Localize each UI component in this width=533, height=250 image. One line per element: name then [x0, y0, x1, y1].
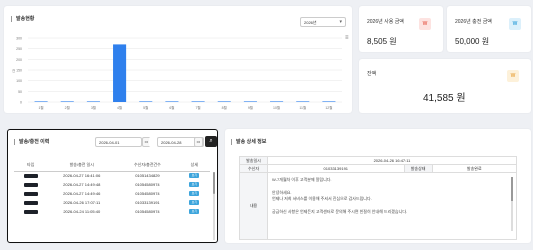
- message-content: W-7개월차 이후 고객분께 알립니다. 안녕하세요. 언제나 저희 서비스를 …: [268, 173, 516, 239]
- x-tick-label: 12월: [325, 105, 332, 110]
- bar: [60, 101, 74, 102]
- view-detail-button[interactable]: 보기: [189, 200, 200, 206]
- yearly-charge-label: 2026년 충전 금액: [455, 19, 492, 25]
- yearly-charge-value: 50,000 원: [455, 37, 490, 46]
- row-target: 01051434829: [135, 173, 160, 179]
- content-label: 내용: [239, 172, 268, 240]
- won-icon: W: [507, 70, 519, 82]
- column-header: 수신자/충전건수: [116, 160, 179, 172]
- column-header: 타입: [14, 160, 48, 172]
- yearly-usage-label: 2026년 사용 금액: [367, 19, 404, 25]
- sent-at-value: 2026-04-26 16:47:11: [267, 156, 517, 165]
- x-tick-label: 2월: [65, 105, 70, 110]
- monthly-send-chart-card: 발송현황 2026년 ▾ ≡ 0 50 100 150 200 250 300 건 1월 2월 3월…: [4, 6, 352, 113]
- bar: [86, 101, 100, 102]
- x-tick-label: 1월: [38, 105, 43, 110]
- row-date: 2026-04-24 11:05:40: [63, 209, 101, 214]
- type-badge: [23, 174, 38, 179]
- history-card-title: 발송/충전 이력: [14, 139, 49, 145]
- history-table-header: 타입 발송/충전 일시 수신자/충전건수 상세: [14, 160, 210, 172]
- bar: [113, 44, 127, 102]
- bar: [139, 101, 153, 102]
- bar: [217, 101, 231, 102]
- content-scrollbar[interactable]: [511, 177, 513, 231]
- y-tick-label: 0: [20, 101, 22, 105]
- row-date: 2026-04-27 14:49:48: [63, 182, 101, 187]
- view-detail-button[interactable]: 보기: [189, 191, 200, 197]
- y-tick-label: 250: [16, 47, 22, 51]
- balance-value: 41,585 원: [423, 93, 466, 104]
- view-detail-button[interactable]: 보기: [189, 209, 200, 215]
- x-tick-label: 4월: [117, 105, 122, 110]
- y-tick-label: 300: [16, 37, 22, 41]
- detail-card-title: 발송 상세 정보: [231, 139, 266, 145]
- bar: [191, 101, 205, 102]
- row-target: 01033139191: [135, 200, 160, 205]
- bar: [243, 101, 257, 102]
- row-date: 2026-04-27 14:49:46: [63, 191, 101, 196]
- yearly-usage-value: 8,505 원: [367, 37, 397, 46]
- x-tick-label: 6월: [169, 105, 174, 110]
- yearly-charge-card: 2026년 충전 금액 W 50,000 원: [447, 6, 531, 52]
- content-line: 궁금하신 사항은 언제든지 고객센터로 문의해 주시면 친절히 안내해 드리겠습…: [272, 208, 408, 214]
- type-badge: [23, 200, 38, 205]
- row-target: 01054580974: [135, 191, 160, 196]
- scroll-thumb[interactable]: [511, 177, 513, 201]
- table-row[interactable]: 2026-04-27 14:49:48 01054580974 보기: [14, 180, 210, 189]
- column-header: 상세: [178, 160, 210, 172]
- balance-card: 잔액 W 41,585 원: [359, 59, 531, 113]
- calendar-icon[interactable]: ▭: [194, 137, 203, 147]
- y-tick-label: 100: [16, 79, 22, 83]
- send-detail-card: 발송 상세 정보 발송일시 2026-04-26 16:47:11 수신자 01…: [225, 129, 531, 243]
- detail-table: 발송일시 2026-04-26 16:47:11 수신자 01033139191…: [239, 156, 518, 240]
- history-table: 타입 발송/충전 일시 수신자/충전건수 상세 2026-04-27 16:41…: [14, 160, 210, 216]
- x-tick-label: 3월: [91, 105, 96, 110]
- y-tick-label: 200: [16, 58, 22, 62]
- sent-at-label: 발송일시: [239, 156, 268, 165]
- x-tick-label: 10월: [273, 105, 280, 110]
- won-icon: W: [419, 18, 431, 30]
- table-row[interactable]: 2026-04-27 16:41:06 01051434829 보기: [14, 171, 210, 180]
- type-badge: [23, 182, 38, 187]
- yearly-usage-card: 2026년 사용 금액 W 8,505 원: [359, 6, 443, 52]
- scroll-thumb[interactable]: [213, 172, 215, 194]
- y-axis-label: 건: [12, 68, 15, 73]
- status-value: 발송완료: [431, 164, 518, 173]
- date-from-input[interactable]: 2026-04-01: [95, 137, 142, 147]
- y-tick-label: 150: [16, 69, 22, 73]
- receiver-value: 01033139191: [267, 164, 405, 173]
- type-badge: [23, 209, 38, 214]
- bar: [34, 101, 48, 102]
- balance-label: 잔액: [367, 71, 377, 77]
- view-detail-button[interactable]: 보기: [189, 173, 200, 179]
- search-button[interactable]: ⌕: [205, 136, 217, 147]
- table-row[interactable]: 2026-04-24 11:05:40 01054580974 보기: [14, 207, 210, 216]
- bar: [322, 101, 336, 102]
- y-tick-label: 50: [18, 90, 22, 94]
- type-badge: [23, 191, 38, 196]
- x-tick-label: 9월: [248, 105, 253, 110]
- table-row[interactable]: 2026-04-27 14:49:46 01054580974 보기: [14, 189, 210, 198]
- bar: [296, 101, 310, 102]
- x-tick-label: 8월: [222, 105, 227, 110]
- x-tick-label: 7월: [195, 105, 200, 110]
- x-tick-label: 5월: [143, 105, 148, 110]
- send-charge-history-card: 발송/충전 이력 2026-04-01 ▭ ~ 2026-04-28 ▭ ⌕ 타…: [7, 129, 218, 243]
- table-row[interactable]: 2026-04-26 17:07:11 01033139191 보기: [14, 198, 210, 207]
- bar: [270, 101, 284, 102]
- bar: [165, 101, 179, 102]
- view-detail-button[interactable]: 보기: [189, 182, 200, 188]
- history-scrollbar[interactable]: [213, 172, 215, 240]
- row-date: 2026-04-27 16:41:06: [63, 173, 101, 179]
- status-label: 발송상태: [403, 164, 433, 173]
- search-icon: ⌕: [209, 138, 213, 144]
- row-target: 01054580974: [135, 209, 160, 214]
- x-tick-label: 11월: [299, 105, 306, 110]
- row-date: 2026-04-26 17:07:11: [63, 200, 101, 205]
- won-icon: W: [509, 18, 521, 30]
- row-target: 01054580974: [135, 182, 160, 187]
- bar-chart: 0 50 100 150 200 250 300 건 1월 2월 3월 4월 5월 6월 7월 8월 9월 10월…: [12, 37, 342, 110]
- column-header: 발송/충전 일시: [47, 160, 117, 172]
- receiver-label: 수신자: [239, 164, 268, 173]
